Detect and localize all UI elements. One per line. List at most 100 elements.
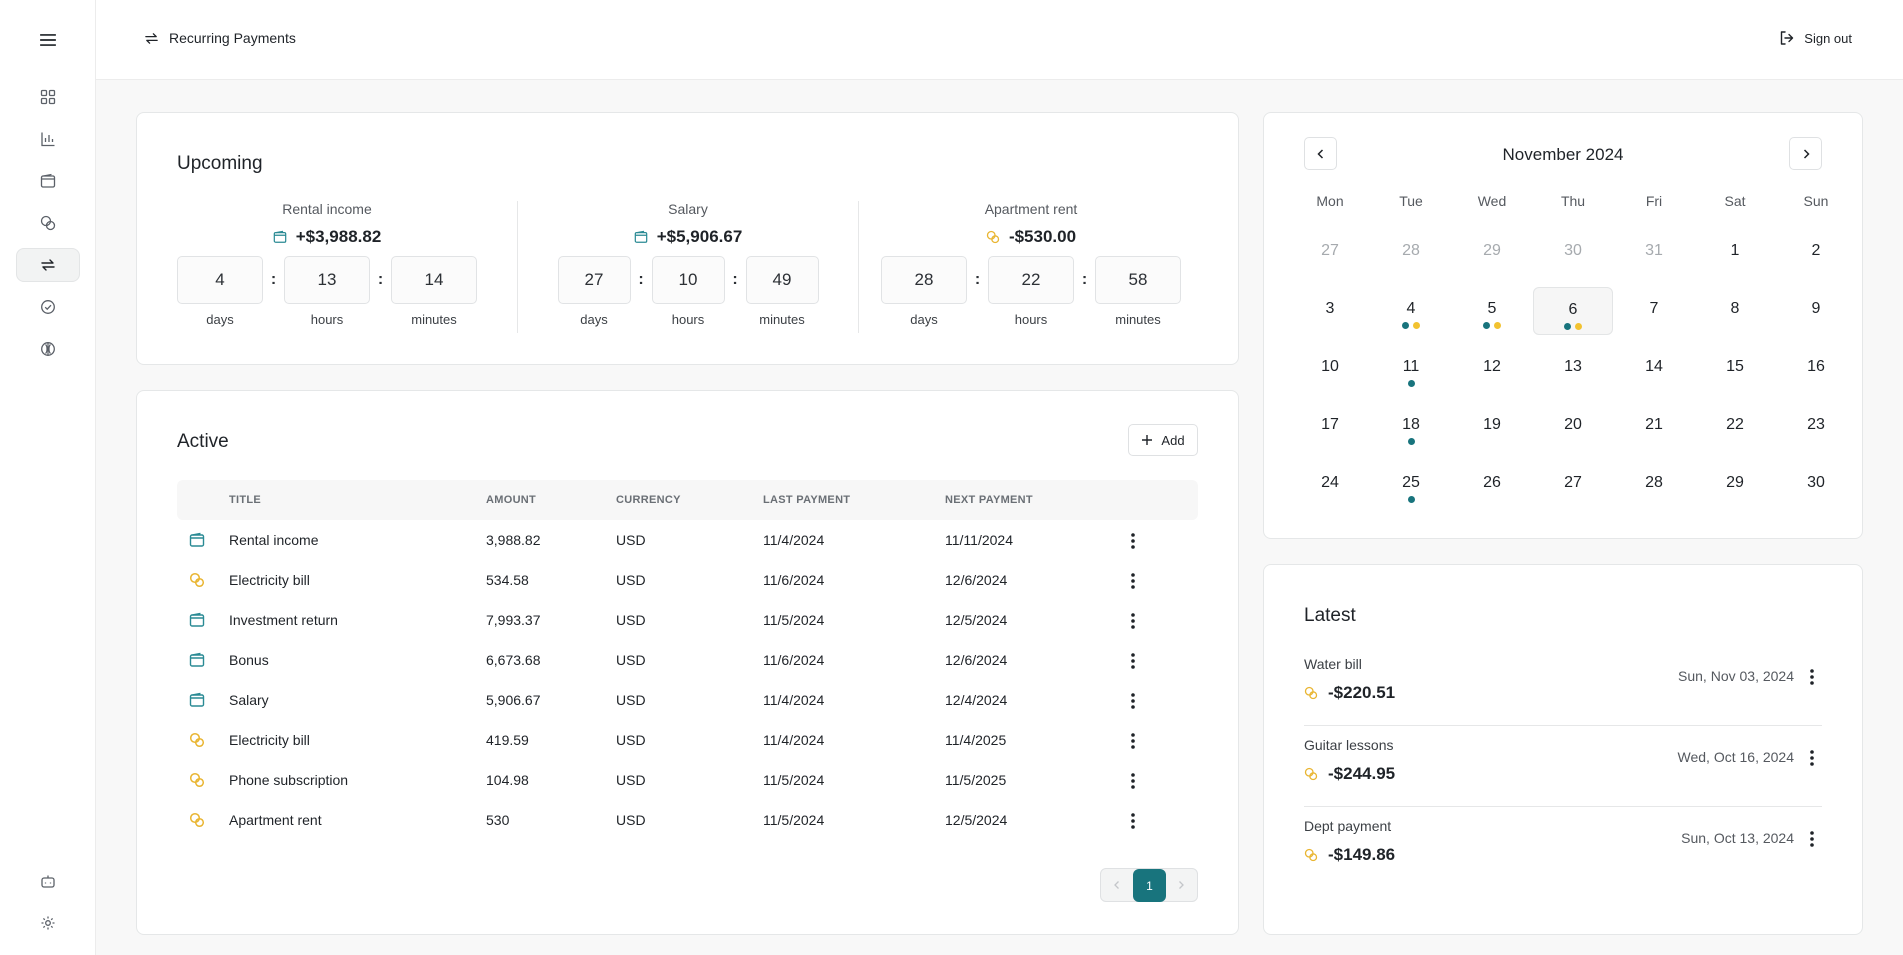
latest-item-menu-button[interactable] [1802, 667, 1822, 687]
row-menu-button[interactable] [1123, 611, 1143, 631]
day-number: 28 [1402, 242, 1420, 259]
table-row[interactable]: Phone subscription 104.98 USD 11/5/2024 11/5… [177, 761, 1198, 801]
latest-item-menu-button[interactable] [1802, 748, 1822, 768]
page-title: Recurring Payments [144, 30, 296, 46]
calendar-day[interactable]: 29 [1452, 229, 1532, 277]
minutes-caption: minutes [411, 312, 457, 327]
calendar-day[interactable]: 12 [1452, 345, 1532, 393]
calendar-day[interactable]: 19 [1452, 403, 1532, 451]
latest-item[interactable]: Guitar lessons -$244.95 Wed, Oct 16, 2024 [1304, 726, 1822, 807]
column-header-amount[interactable]: AMOUNT [486, 494, 536, 506]
row-currency: USD [616, 692, 646, 708]
column-header-last-payment[interactable]: LAST PAYMENT [763, 494, 850, 506]
table-row[interactable]: Salary 5,906.67 USD 11/4/2024 12/4/2024 [177, 681, 1198, 721]
table-row[interactable]: Electricity bill 419.59 USD 11/4/2024 11/4/2… [177, 721, 1198, 761]
row-menu-button[interactable] [1123, 771, 1143, 791]
sidebar-item-goals[interactable] [16, 290, 80, 324]
calendar-day[interactable]: 22 [1695, 403, 1775, 451]
row-menu-button[interactable] [1123, 731, 1143, 751]
column-header-currency[interactable]: CURRENCY [616, 494, 681, 506]
wallet-icon [273, 230, 287, 243]
calendar-day[interactable]: 15 [1695, 345, 1775, 393]
calendar-day[interactable]: 10 [1290, 345, 1370, 393]
prev-page-button[interactable] [1109, 877, 1125, 893]
calendar-day[interactable]: 25 [1371, 461, 1451, 509]
calendar-day[interactable]: 2 [1776, 229, 1856, 277]
row-menu-button[interactable] [1123, 531, 1143, 551]
upcoming-card: Upcoming Rental income +$3,988.82 4 days … [136, 112, 1239, 365]
calendar-day[interactable]: 7 [1614, 287, 1694, 335]
sign-out-icon [1781, 31, 1794, 45]
calendar-day[interactable]: 1 [1695, 229, 1775, 277]
calendar-day[interactable]: 31 [1614, 229, 1694, 277]
calendar-day[interactable]: 21 [1614, 403, 1694, 451]
calendar-day[interactable]: 29 [1695, 461, 1775, 509]
calendar-day[interactable]: 9 [1776, 287, 1856, 335]
row-menu-button[interactable] [1123, 811, 1143, 831]
calendar-day[interactable]: 5 [1452, 287, 1532, 335]
latest-item-menu-button[interactable] [1802, 829, 1822, 849]
row-menu-button[interactable] [1123, 691, 1143, 711]
row-menu-button[interactable] [1123, 571, 1143, 591]
row-currency: USD [616, 612, 646, 628]
column-header-title[interactable]: TITLE [229, 494, 261, 506]
calendar-day[interactable]: 26 [1452, 461, 1532, 509]
time-separator: : [270, 271, 277, 288]
calendar-day[interactable]: 30 [1776, 461, 1856, 509]
page-title-text: Recurring Payments [169, 30, 296, 46]
table-row[interactable]: Bonus 6,673.68 USD 11/6/2024 12/6/2024 [177, 641, 1198, 681]
calendar-day[interactable]: 14 [1614, 345, 1694, 393]
menu-button[interactable] [16, 23, 80, 57]
calendar-day[interactable]: 27 [1290, 229, 1370, 277]
calendar-day[interactable]: 30 [1533, 229, 1613, 277]
upcoming-amount: +$3,988.82 [177, 227, 477, 247]
row-amount: 104.98 [486, 772, 529, 788]
calendar-day[interactable]: 3 [1290, 287, 1370, 335]
coins-icon [1304, 767, 1318, 781]
sidebar-item-wallets[interactable] [16, 164, 80, 198]
calendar-day[interactable]: 11 [1371, 345, 1451, 393]
sidebar-item-expenses[interactable] [16, 206, 80, 240]
calendar-day[interactable]: 20 [1533, 403, 1613, 451]
day-number: 28 [1645, 474, 1663, 491]
calendar-day[interactable]: 24 [1290, 461, 1370, 509]
table-row[interactable]: Electricity bill 534.58 USD 11/6/2024 12/6/2… [177, 561, 1198, 601]
sidebar-item-statistics[interactable] [16, 122, 80, 156]
calendar-day[interactable]: 13 [1533, 345, 1613, 393]
next-page-button[interactable] [1173, 877, 1189, 893]
row-next-payment: 12/5/2024 [945, 812, 1008, 828]
row-next-payment: 12/6/2024 [945, 572, 1008, 588]
column-header-next-payment[interactable]: NEXT PAYMENT [945, 494, 1033, 506]
add-button[interactable]: Add [1128, 424, 1198, 456]
calendar-day[interactable]: 17 [1290, 403, 1370, 451]
sidebar-item-dashboard[interactable] [16, 80, 80, 114]
calendar-day[interactable]: 4 [1371, 287, 1451, 335]
sidebar-item-global[interactable] [16, 332, 80, 366]
event-dot [1564, 323, 1571, 330]
latest-item[interactable]: Water bill -$220.51 Sun, Nov 03, 2024 [1304, 645, 1822, 726]
table-row[interactable]: Apartment rent 530 USD 11/5/2024 12/5/2024 [177, 801, 1198, 841]
calendar-day[interactable]: 18 [1371, 403, 1451, 451]
calendar-day[interactable]: 28 [1371, 229, 1451, 277]
page-1-button[interactable]: 1 [1133, 869, 1166, 902]
weekday-label: Sun [1803, 193, 1829, 209]
bot-icon [41, 875, 55, 888]
day-number: 6 [1568, 301, 1578, 318]
calendar-day[interactable]: 23 [1776, 403, 1856, 451]
coins-icon [986, 230, 1000, 244]
calendar-day[interactable]: 27 [1533, 461, 1613, 509]
calendar-day-selected[interactable]: 6 [1533, 287, 1613, 335]
calendar-day[interactable]: 16 [1776, 345, 1856, 393]
sidebar-item-assistant[interactable] [16, 864, 80, 898]
row-menu-button[interactable] [1123, 651, 1143, 671]
calendar-day[interactable]: 28 [1614, 461, 1694, 509]
latest-item[interactable]: Dept payment -$149.86 Sun, Oct 13, 2024 [1304, 807, 1822, 888]
next-month-button[interactable] [1789, 137, 1822, 170]
calendar-day[interactable]: 8 [1695, 287, 1775, 335]
sign-out-button[interactable]: Sign out [1779, 30, 1852, 46]
day-number: 22 [1726, 416, 1744, 433]
sidebar-item-settings[interactable] [16, 906, 80, 940]
table-row[interactable]: Investment return 7,993.37 USD 11/5/2024 12/… [177, 601, 1198, 641]
sidebar-item-recurring[interactable] [16, 248, 80, 282]
table-row[interactable]: Rental income 3,988.82 USD 11/4/2024 11/11/2… [177, 521, 1198, 561]
